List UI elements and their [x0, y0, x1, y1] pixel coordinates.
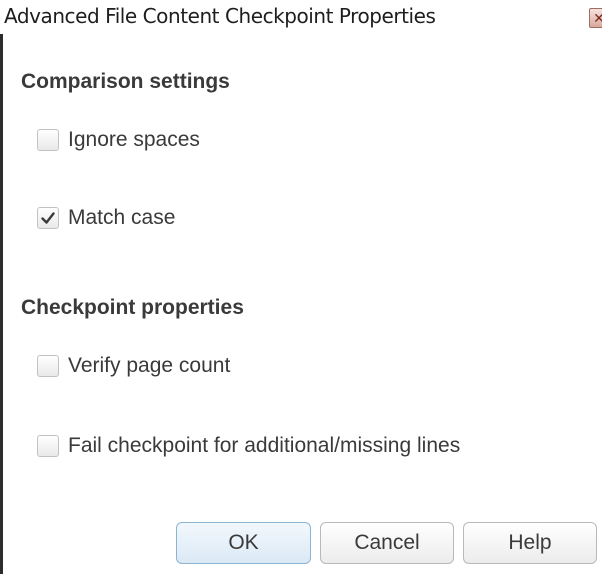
dialog-title: Advanced File Content Checkpoint Propert… — [4, 4, 436, 28]
checkpoint-properties-header: Checkpoint properties — [21, 296, 244, 319]
ok-button[interactable]: OK — [176, 522, 311, 564]
match-case-label: Match case — [68, 206, 176, 229]
comparison-settings-header: Comparison settings — [21, 70, 230, 93]
help-button[interactable]: Help — [463, 522, 597, 564]
checkpoint-properties-dialog: Advanced File Content Checkpoint Propert… — [0, 0, 602, 574]
ignore-spaces-label: Ignore spaces — [68, 128, 200, 151]
verify-page-count-label: Verify page count — [68, 354, 231, 377]
fail-checkpoint-option[interactable]: Fail checkpoint for additional/missing l… — [37, 434, 460, 458]
ignore-spaces-option[interactable]: Ignore spaces — [37, 128, 200, 152]
fail-checkpoint-checkbox[interactable] — [37, 435, 59, 457]
dialog-left-border — [0, 34, 3, 574]
close-icon: ✕ — [593, 10, 602, 26]
fail-checkpoint-label: Fail checkpoint for additional/missing l… — [68, 434, 461, 457]
match-case-option[interactable]: Match case — [37, 206, 175, 230]
verify-page-count-option[interactable]: Verify page count — [37, 354, 230, 378]
title-bar: Advanced File Content Checkpoint Propert… — [0, 0, 602, 34]
close-button[interactable]: ✕ — [589, 8, 602, 28]
cancel-button[interactable]: Cancel — [320, 522, 454, 564]
checkmark-icon — [41, 212, 55, 224]
match-case-checkbox[interactable] — [37, 207, 59, 229]
verify-page-count-checkbox[interactable] — [37, 355, 59, 377]
ignore-spaces-checkbox[interactable] — [37, 129, 59, 151]
